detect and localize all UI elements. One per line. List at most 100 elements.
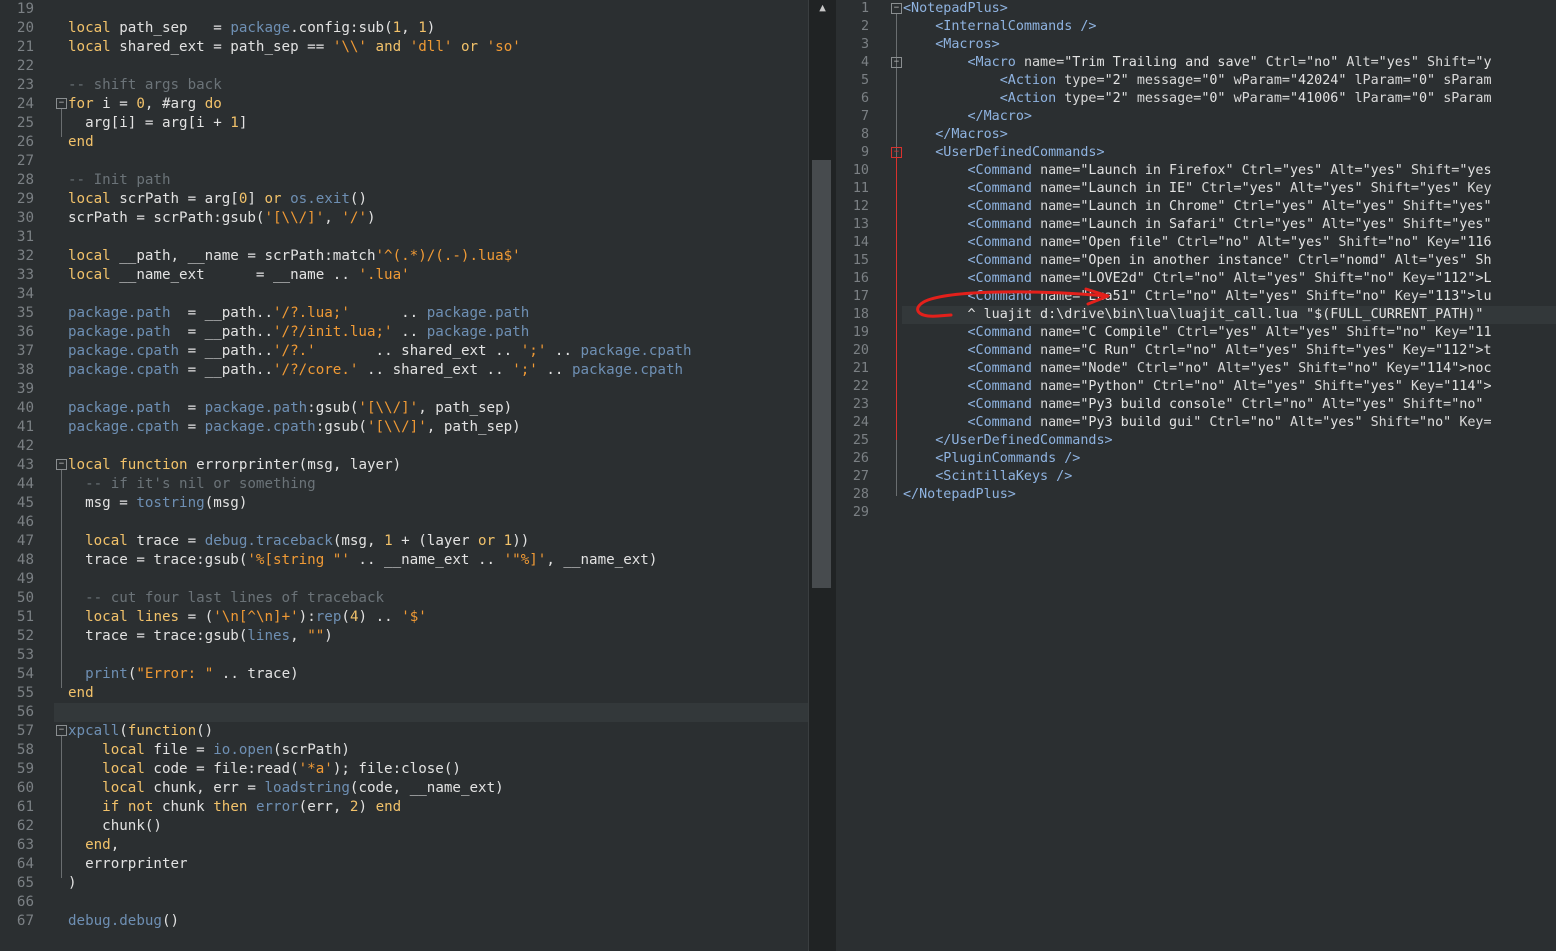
code-token: package [230, 20, 291, 36]
code-line[interactable]: 54 print("Error: " .. trace) [0, 665, 808, 684]
code-line[interactable]: 29 local scrPath = arg[0] or os.exit() [0, 190, 808, 209]
fold-toggle-icon[interactable]: − [56, 459, 67, 470]
code-line[interactable]: 66 [0, 893, 808, 912]
code-line[interactable]: 67 debug.debug() [0, 912, 808, 931]
code-token: '[\\/]' [366, 419, 427, 435]
code-token: local [102, 742, 145, 758]
left-vertical-scrollbar[interactable]: ▲ [808, 0, 836, 951]
code-token: ); file:close() [332, 761, 461, 777]
code-token: () [196, 723, 214, 739]
code-line[interactable]: 25 arg[i] = arg[i + 1] [0, 114, 808, 133]
code-token: , path_sep) [418, 400, 513, 416]
code-token: trace = trace:gsub( [68, 552, 248, 568]
code-line[interactable]: 22 [0, 57, 808, 76]
code-line[interactable]: 43 local function errorprinter(msg, layer… [0, 456, 808, 475]
code-token: , #arg [144, 96, 205, 112]
code-line[interactable]: 49 [0, 570, 808, 589]
line-number: 43 [16, 457, 34, 473]
code-token: ';' [520, 343, 547, 359]
code-line[interactable]: 37 package.cpath = __path..'/?.' .. share… [0, 342, 808, 361]
code-line[interactable]: 60 local chunk, err = loadstring(code, _… [0, 779, 808, 798]
line-text: print("Error: " .. trace) [68, 665, 299, 684]
code-line[interactable]: 55 end [0, 684, 808, 703]
code-line[interactable]: 64 errorprinter [0, 855, 808, 874]
line-text: -- shift args back [68, 76, 222, 95]
code-line[interactable]: 56 [0, 703, 808, 722]
code-line[interactable]: 61 if not chunk then error(err, 2) end [0, 798, 808, 817]
left-editor-pane[interactable]: 19 20 local path_sep = package.config:sub(… [0, 0, 808, 951]
code-line[interactable]: 47 local trace = debug.traceback(msg, 1 … [0, 532, 808, 551]
scrollbar-thumb[interactable] [812, 160, 831, 588]
fold-toggle-icon[interactable]: − [56, 98, 67, 109]
code-line[interactable]: 65) [0, 874, 808, 893]
line-number: 53 [16, 647, 34, 663]
fold-toggle-icon[interactable]: − [56, 725, 67, 736]
code-token: ( [341, 609, 350, 625]
code-token: .. shared_ext .. [358, 362, 513, 378]
code-token: = [170, 400, 205, 416]
code-line[interactable]: 45 msg = tostring(msg) [0, 494, 808, 513]
line-number: 50 [16, 590, 34, 606]
code-line[interactable]: 19 [0, 0, 808, 19]
code-line[interactable]: 32 local __path, __name = scrPath:match'^… [0, 247, 808, 266]
code-line[interactable]: 42 [0, 437, 808, 456]
code-line[interactable]: 36 package.path = __path..'/?/init.lua;' … [0, 323, 808, 342]
code-line[interactable]: 39 [0, 380, 808, 399]
line-text: package.path = package.path:gsub('[\\/]'… [68, 399, 512, 418]
code-token: or [460, 39, 479, 55]
code-line[interactable]: 58 local file = io.open(scrPath) [0, 741, 808, 760]
code-line[interactable]: 40 package.path = package.path:gsub('[\\/… [0, 399, 808, 418]
code-line[interactable]: 27 [0, 152, 808, 171]
code-line[interactable]: 52 trace = trace:gsub(lines, "") [0, 627, 808, 646]
code-line[interactable]: 41 package.cpath = package.cpath:gsub('[\… [0, 418, 808, 437]
code-line[interactable]: 63 end, [0, 836, 808, 855]
code-token: end [68, 134, 94, 150]
scroll-up-arrow-icon[interactable]: ▲ [815, 0, 830, 16]
code-line[interactable]: 53 [0, 646, 808, 665]
code-line[interactable]: 34 [0, 285, 808, 304]
code-token: = [179, 419, 205, 435]
code-token: end [85, 837, 111, 853]
line-text: -- cut four last lines of traceback [68, 589, 384, 608]
code-line[interactable]: 48 trace = trace:gsub('%[string "' .. __… [0, 551, 808, 570]
code-line[interactable]: 31 [0, 228, 808, 247]
code-line[interactable]: 62 chunk() [0, 817, 808, 836]
code-token: '\n[^\n]+' [213, 609, 299, 625]
line-text: trace = trace:gsub(lines, "") [68, 627, 333, 646]
code-token: .. [349, 305, 427, 321]
code-token: chunk [153, 799, 214, 815]
code-line[interactable]: 38 package.cpath = __path..'/?/core.' .. … [0, 361, 808, 380]
code-token: '^(.*)/(.-).lua$' [375, 248, 521, 264]
code-line[interactable]: 59 local code = file:read('*a'); file:cl… [0, 760, 808, 779]
line-text: local __name_ext = __name .. '.lua' [68, 266, 410, 285]
code-token: = __path.. [179, 343, 274, 359]
code-line[interactable]: 46 [0, 513, 808, 532]
line-number: 61 [16, 799, 34, 815]
right-editor-pane[interactable]: 1 <NotepadPlus> 2 <InternalCommands /> 3 <M… [836, 0, 1556, 951]
code-token: package.cpath [68, 343, 180, 359]
code-line[interactable]: 50 -- cut four last lines of traceback [0, 589, 808, 608]
code-token: )) [512, 533, 530, 549]
code-token: local [68, 191, 111, 207]
code-line[interactable]: 44 -- if it's nil or something [0, 475, 808, 494]
code-line[interactable]: 28 -- Init path [0, 171, 808, 190]
line-text: chunk() [68, 817, 162, 836]
code-line[interactable]: 30 scrPath = scrPath:gsub('[\\/]', '/') [0, 209, 808, 228]
code-line[interactable]: 35 package.path = __path..'/?.lua;' .. pa… [0, 304, 808, 323]
code-line[interactable]: 24 for i = 0, #arg do [0, 95, 808, 114]
code-line[interactable]: 20 local path_sep = package.config:sub(1,… [0, 19, 808, 38]
code-line[interactable]: 21 local shared_ext = path_sep == '\\' an… [0, 38, 808, 57]
code-token: local [102, 780, 145, 796]
code-line[interactable]: 33 local __name_ext = __name .. '.lua' [0, 266, 808, 285]
code-token: 1 [384, 533, 393, 549]
code-line[interactable]: 23 -- shift args back [0, 76, 808, 95]
code-line[interactable]: 26 end [0, 133, 808, 152]
code-line[interactable]: 57 xpcall(function() [0, 722, 808, 741]
code-token: errorprinter(msg, layer) [187, 457, 402, 473]
code-line[interactable]: 51 local lines = ('\n[^\n]+'):rep(4) .. … [0, 608, 808, 627]
code-token: = __path.. [179, 362, 274, 378]
code-token: '/' [341, 210, 367, 226]
